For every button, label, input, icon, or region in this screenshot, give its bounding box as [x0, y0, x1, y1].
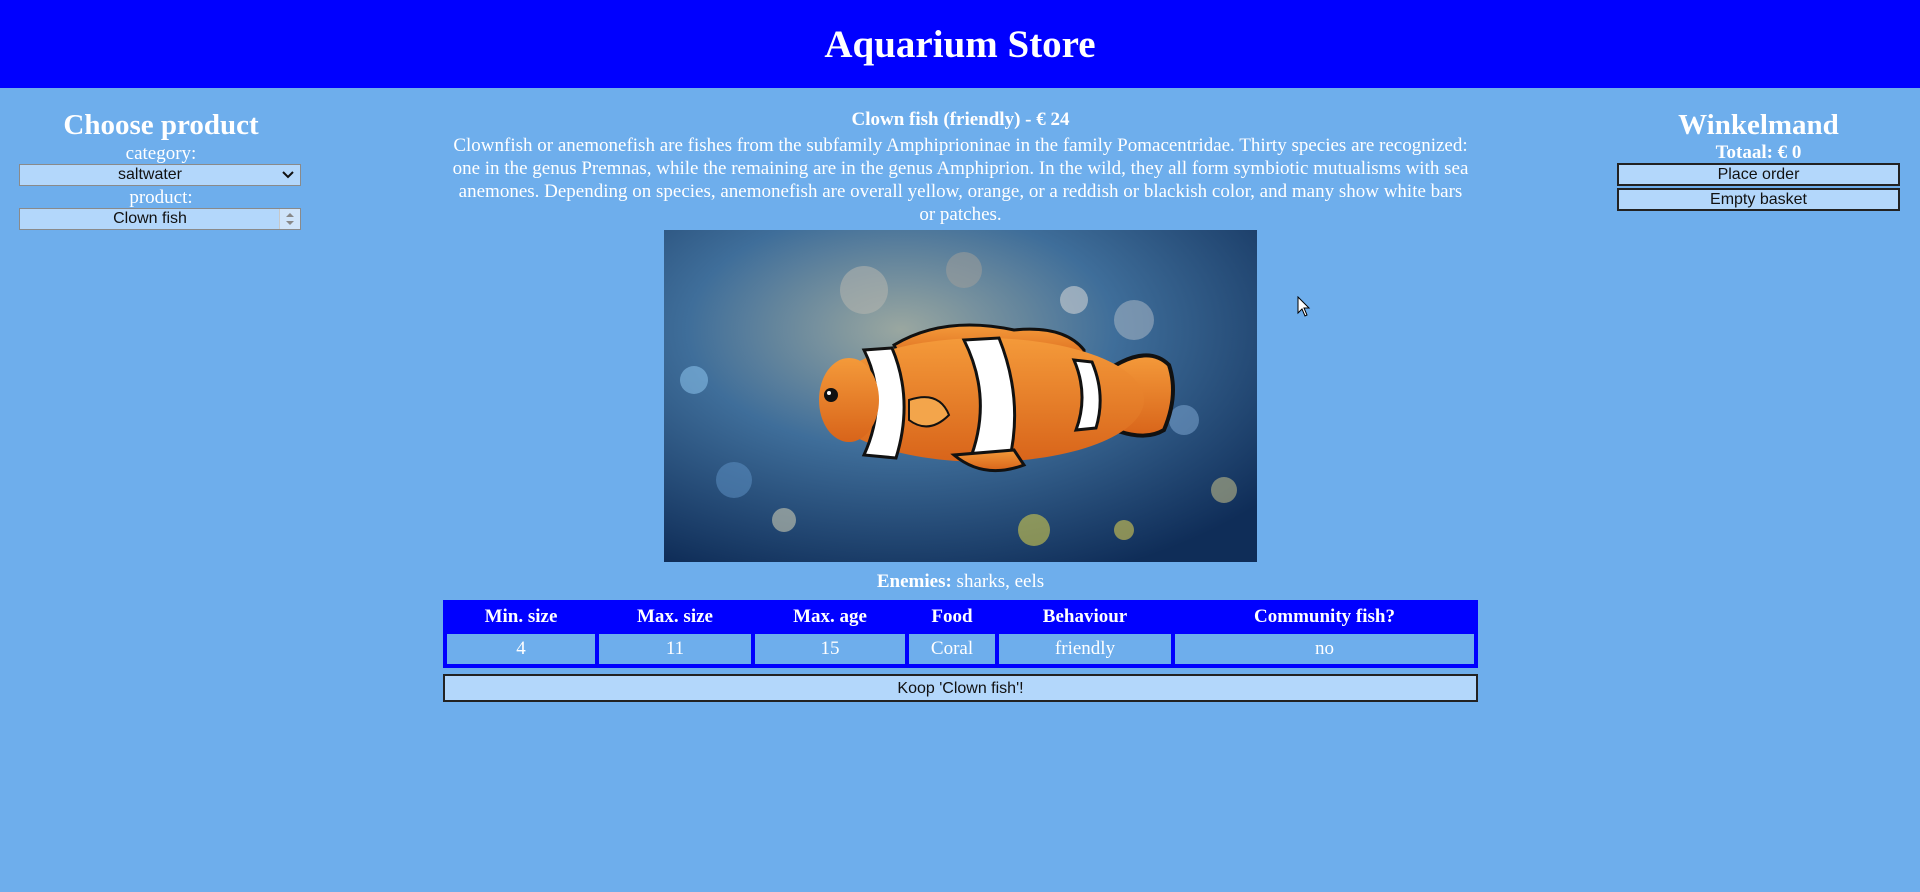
header-community-fish: Community fish?: [1254, 606, 1395, 627]
cell-community-fish: no: [1175, 634, 1474, 664]
cell-max-age: 15: [755, 634, 905, 664]
mouse-cursor-icon: [1297, 296, 1311, 317]
updown-arrows-icon: [286, 213, 294, 225]
cell-max-size: 11: [599, 634, 751, 664]
product-select[interactable]: Clown fish: [19, 208, 301, 230]
clown-fish-image: [664, 230, 1257, 562]
spinner-icon[interactable]: [279, 209, 300, 229]
category-select-value: saltwater: [117, 166, 183, 183]
enemies-label: Enemies:: [876, 571, 952, 592]
header-max-size: Max. size: [637, 606, 713, 627]
product-detail: Clown fish (friendly) - € 24 Clownfish o…: [443, 108, 1478, 702]
table-header-row: Min. size Max. size Max. age Food Behavi…: [447, 604, 1474, 630]
cell-food: Coral: [909, 634, 995, 664]
enemies-line: Enemies: sharks, eels: [443, 570, 1478, 594]
shopping-basket: Winkelmand Totaal: € 0 Place order Empty…: [1617, 108, 1900, 211]
basket-total: Totaal: € 0: [1715, 142, 1802, 163]
product-select-value: Clown fish: [113, 210, 187, 227]
product-stats-table: Min. size Max. size Max. age Food Behavi…: [443, 600, 1478, 668]
cell-min-size: 4: [447, 634, 595, 664]
empty-basket-button[interactable]: Empty basket: [1617, 188, 1900, 211]
product-label: product:: [129, 187, 193, 208]
product-title: Clown fish (friendly) - € 24: [851, 109, 1070, 130]
basket-heading: Winkelmand: [1678, 109, 1839, 141]
enemies-value: sharks, eels: [951, 571, 1045, 592]
table-row: 4 11 15 Coral friendly no: [447, 634, 1474, 664]
header-max-age: Max. age: [793, 606, 867, 627]
app-header: Aquarium Store: [0, 0, 1920, 88]
buy-button[interactable]: Koop 'Clown fish'!: [443, 674, 1478, 702]
app-title: Aquarium Store: [824, 22, 1096, 66]
chevron-down-icon: [282, 171, 294, 179]
category-label: category:: [125, 143, 197, 164]
header-behaviour: Behaviour: [1042, 606, 1128, 627]
product-chooser: Choose product category: saltwater produ…: [19, 108, 303, 230]
category-select[interactable]: saltwater: [19, 164, 301, 186]
product-description: Clownfish or anemonefish are fishes from…: [452, 135, 1469, 225]
header-food: Food: [931, 606, 973, 627]
header-min-size: Min. size: [484, 606, 558, 627]
place-order-button[interactable]: Place order: [1617, 163, 1900, 186]
chooser-heading: Choose product: [63, 109, 259, 141]
cell-behaviour: friendly: [999, 634, 1171, 664]
